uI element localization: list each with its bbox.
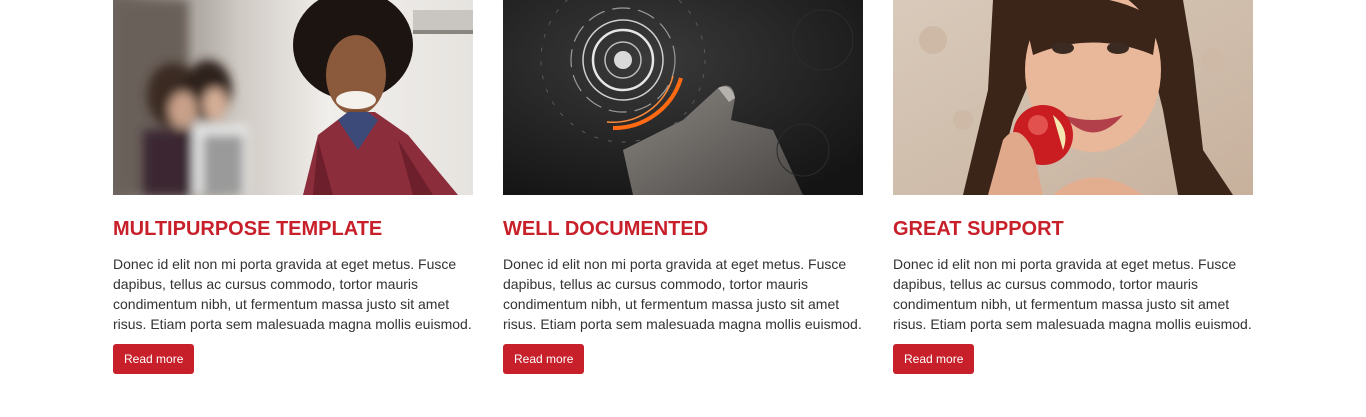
photo-woman-eating-apple xyxy=(893,0,1253,195)
photo-smiling-man-red-jacket xyxy=(113,0,473,195)
feature-card-multipurpose: MULTIPURPOSE TEMPLATE Donec id elit non … xyxy=(113,0,473,374)
photo-smiling-man-illustration xyxy=(113,0,473,195)
feature-card-documented: WELL DOCUMENTED Donec id elit non mi por… xyxy=(503,0,863,374)
read-more-button[interactable]: Read more xyxy=(893,344,975,374)
card-title: WELL DOCUMENTED xyxy=(503,218,709,240)
card-title: MULTIPURPOSE TEMPLATE xyxy=(113,218,383,240)
card-description: Donec id elit non mi porta gravida at eg… xyxy=(503,256,862,332)
read-more-button[interactable]: Read more xyxy=(113,344,195,374)
features-section: MULTIPURPOSE TEMPLATE Donec id elit non … xyxy=(0,0,1366,417)
card-description: Donec id elit non mi porta gravida at eg… xyxy=(113,256,472,332)
card-description: Donec id elit non mi porta gravida at eg… xyxy=(893,256,1252,332)
read-more-button[interactable]: Read more xyxy=(503,344,585,374)
card-title: GREAT SUPPORT xyxy=(893,218,1064,240)
feature-card-support: GREAT SUPPORT Donec id elit non mi porta… xyxy=(893,0,1253,374)
photo-hand-touch-interface xyxy=(503,0,863,195)
photo-woman-apple-illustration xyxy=(893,0,1253,195)
photo-touch-interface-illustration xyxy=(503,0,863,195)
